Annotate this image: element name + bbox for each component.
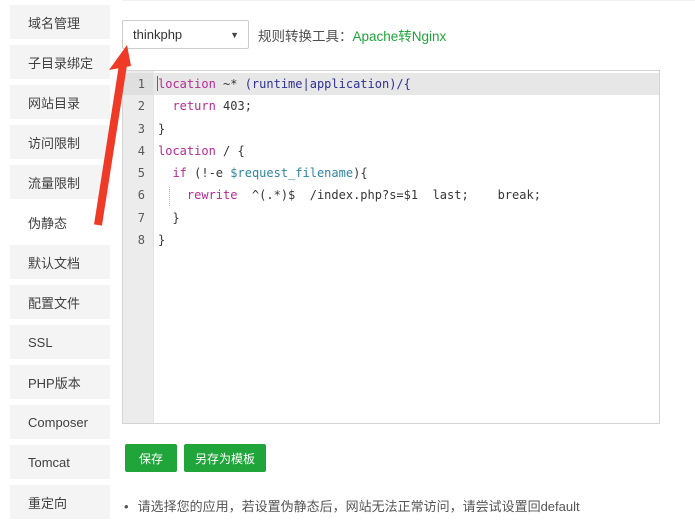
code-line[interactable]: 5 if (!-e $request_filename){	[123, 162, 659, 184]
rewrite-rule-code-editor[interactable]: 1 location ~* (runtime|application)/{ 2 re…	[122, 70, 660, 424]
sidebar-item-domain-manage[interactable]: 域名管理	[10, 5, 110, 39]
sidebar-item-php-version[interactable]: PHP版本	[10, 365, 110, 399]
code-line[interactable]: 7 }	[123, 207, 659, 229]
code-line[interactable]: 4 location / {	[123, 140, 659, 162]
code-line[interactable]: 6 rewrite ^(.*)$ /index.php?s=$1 last; b…	[123, 184, 659, 206]
code-lines: 1 location ~* (runtime|application)/{ 2 re…	[123, 73, 659, 251]
rule-convert-tool: 规则转换工具： Apache转Nginx	[258, 20, 446, 49]
sidebar-item-traffic-limit[interactable]: 流量限制	[10, 165, 110, 199]
sidebar-item-config-file[interactable]: 配置文件	[10, 285, 110, 319]
sidebar-item-composer[interactable]: Composer	[10, 405, 110, 439]
line-number: 7	[137, 210, 145, 225]
sidebar-item-access-limit[interactable]: 访问限制	[10, 125, 110, 159]
text-cursor	[157, 76, 158, 91]
chevron-down-icon: ▼	[230, 29, 239, 40]
line-code: location ~* (runtime|application)/{	[158, 77, 411, 91]
code-line[interactable]: 8}	[123, 229, 659, 251]
line-code: }	[158, 121, 166, 136]
sidebar-item-url-rewrite[interactable]: 伪静态	[10, 205, 110, 239]
line-code: }	[158, 210, 180, 225]
line-number: 6	[137, 188, 145, 203]
line-code: rewrite ^(.*)$ /index.php?s=$1 last; bre…	[186, 188, 541, 203]
sidebar-item-tomcat[interactable]: Tomcat	[10, 445, 110, 479]
content-top-divider	[122, 0, 695, 1]
line-number: 1	[123, 73, 153, 96]
help-note-text: 请选择您的应用，若设置伪静态后，网站无法正常访问，请尝试设置回default	[137, 499, 580, 514]
app-select-value: thinkphp	[133, 27, 183, 42]
sidebar-item-subdir-bind[interactable]: 子目录绑定	[10, 45, 110, 79]
code-line[interactable]: 1 location ~* (runtime|application)/{	[123, 73, 659, 96]
line-number: 8	[137, 233, 145, 248]
apache-to-nginx-link[interactable]: Apache转Nginx	[353, 25, 447, 45]
line-number: 5	[137, 166, 145, 181]
save-as-template-button[interactable]: 另存为模板	[184, 444, 267, 472]
line-number: 4	[137, 143, 145, 158]
sidebar-item-ssl[interactable]: SSL	[10, 325, 110, 359]
app-select[interactable]: thinkphp ▼	[122, 20, 249, 49]
save-button[interactable]: 保存	[125, 444, 178, 472]
line-code: if (!-e $request_filename){	[172, 166, 368, 181]
rule-convert-label: 规则转换工具：	[258, 28, 353, 44]
sidebar-item-redirect[interactable]: 重定向	[10, 485, 110, 519]
code-line[interactable]: 3}	[123, 118, 659, 140]
sidebar-item-site-directory[interactable]: 网站目录	[10, 85, 110, 119]
bullet-icon: •	[124, 499, 129, 514]
sidebar-item-default-doc[interactable]: 默认文档	[10, 245, 110, 279]
help-note: • 请选择您的应用，若设置伪静态后，网站无法正常访问，请尝试设置回default	[124, 498, 684, 515]
settings-sidebar: 域名管理子目录绑定网站目录访问限制流量限制伪静态默认文档配置文件 SSL PHP版本…	[10, 5, 110, 525]
line-code: }	[158, 233, 166, 248]
code-line[interactable]: 2 return 403;	[123, 95, 659, 117]
line-number: 3	[137, 121, 145, 136]
line-code: location / {	[158, 143, 245, 158]
indent-guide	[169, 187, 170, 206]
line-code: return 403;	[172, 99, 252, 114]
line-number: 2	[137, 99, 145, 114]
